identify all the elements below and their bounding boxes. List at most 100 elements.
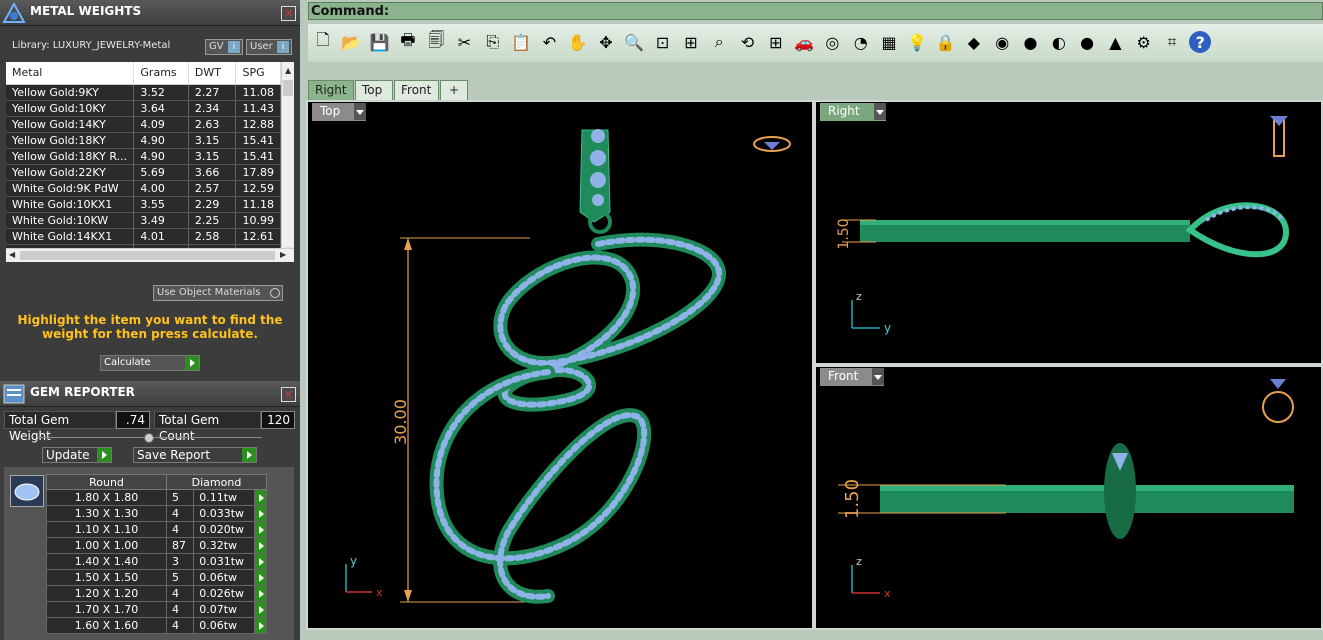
gem-row[interactable]: 1.10 X 1.10 4 0.020tw [46,521,267,538]
right-viewport[interactable]: Right 1.50 z y [814,100,1323,365]
rotate-view-icon[interactable]: ⟲ [737,31,759,53]
undo-icon[interactable]: ↶ [538,31,560,53]
gem-row[interactable]: 1.40 X 1.40 3 0.031tw [46,553,267,570]
gem-row-go-button[interactable] [254,553,267,570]
command-bar[interactable]: Command: [308,2,1323,20]
gem-cell: 0.32tw [193,537,255,554]
scroll-up-icon[interactable]: ▲ [285,66,291,75]
metal-cell: Yellow Gold:10KY [6,100,135,117]
move-icon[interactable]: ✥ [595,31,617,53]
total-gem-weight-field[interactable]: .74 [116,411,150,429]
car-icon[interactable]: 🚗 [793,31,815,53]
metal-row[interactable]: Yellow Gold:9KY 3.52 2.27 11.08 [6,84,281,101]
spotlight-icon[interactable]: ▲ [1104,31,1126,53]
metal-row[interactable]: White Gold:10KX1 3.55 2.29 11.18 [6,196,281,213]
gem-row-go-button[interactable] [254,521,267,538]
metal-table-vscroll[interactable]: ▲ ▼ [281,62,294,262]
snap-icon[interactable]: ▦ [878,31,900,53]
properties-icon[interactable]: 🗐 [425,30,447,53]
metal-weights-table[interactable]: Metal Grams DWT SPG Yellow Gold:9KY 3.52 2… [6,62,294,262]
pan-hand-icon[interactable]: ✋ [567,31,589,53]
update-button[interactable]: Update [42,447,112,463]
layers-icon[interactable]: ◆ [963,31,985,53]
use-object-materials-toggle[interactable]: Use Object Materials [153,285,283,301]
scroll-left-icon[interactable]: ◀ [9,250,15,259]
color-wheel-icon[interactable]: ◉ [991,31,1013,53]
tab-front[interactable]: Front [394,80,439,100]
metal-table-hscroll[interactable]: ◀ ▶ [6,248,294,262]
col-metal[interactable]: Metal [6,62,135,85]
light-icon[interactable]: 💡 [906,31,928,53]
divider-handle-icon[interactable] [144,433,154,443]
new-icon[interactable]: 🗋 [312,30,334,53]
zoom-extents-icon[interactable]: ⊞ [680,31,702,53]
metal-row[interactable]: White Gold:14KX1 4.01 2.58 12.61 [6,228,281,245]
copy-icon[interactable]: ⎘ [482,31,504,53]
gem-row-go-button[interactable] [254,505,267,522]
tab-right[interactable]: Right [308,80,354,100]
gem-row-go-button[interactable] [254,489,267,506]
col-dwt[interactable]: DWT [188,62,237,85]
cut-icon[interactable]: ✂ [454,31,476,53]
col-round[interactable]: Round [46,474,167,490]
settings-gear-icon[interactable]: ⚙ [1133,31,1155,53]
gem-row[interactable]: 1.60 X 1.60 4 0.06tw [46,617,267,634]
lock-icon[interactable]: 🔒 [935,31,957,53]
gem-row[interactable]: 1.20 X 1.20 4 0.026tw [46,585,267,602]
tab-top[interactable]: Top [355,80,393,100]
col-spg[interactable]: SPG [235,62,281,85]
total-gem-count-label: Total Gem Count [154,411,261,443]
gem-row[interactable]: 1.00 X 1.00 87 0.32tw [46,537,267,554]
total-gem-count-field[interactable]: 120 [261,411,295,429]
analyze-icon[interactable]: ◔ [850,31,872,53]
gem-reporter-title: GEM REPORTER [30,385,135,399]
gem-cell: 0.033tw [193,505,255,522]
metal-row[interactable]: Yellow Gold:22KY 5.69 3.66 17.89 [6,164,281,181]
gem-row-go-button[interactable] [254,617,267,634]
zoom-window-icon[interactable]: ⊡ [652,31,674,53]
hscroll-thumb[interactable] [20,251,275,260]
calculate-button[interactable]: Calculate [100,355,200,371]
vscroll-thumb[interactable] [283,80,293,96]
zoom-selected-icon[interactable]: ⌕ [708,31,730,53]
render-icon[interactable]: ◐ [1048,31,1070,53]
metal-weights-close-button[interactable]: × [281,6,296,21]
material-icon[interactable]: ● [1076,31,1098,53]
gem-row[interactable]: 1.50 X 1.50 5 0.06tw [46,569,267,586]
gem-row-go-button[interactable] [254,585,267,602]
metal-row[interactable]: Yellow Gold:18KY 4.90 3.15 15.41 [6,132,281,149]
metal-row[interactable]: White Gold:10KW 3.49 2.25 10.99 [6,212,281,229]
open-icon[interactable]: 📂 [340,31,362,53]
zoom-icon[interactable]: 🔍 [623,31,645,53]
save-report-button[interactable]: Save Report [133,447,257,463]
gem-row[interactable]: 1.80 X 1.80 5 0.11tw [46,489,267,506]
col-grams[interactable]: Grams [133,62,189,85]
metal-row[interactable]: Yellow Gold:14KY 4.09 2.63 12.88 [6,116,281,133]
help-icon[interactable]: ? [1189,31,1212,53]
gv-toggle[interactable]: GV i [205,39,243,55]
user-toggle[interactable]: User i [246,39,292,55]
metal-row[interactable]: White Gold:9K PdW 4.00 2.57 12.59 [6,180,281,197]
gem-row-go-button[interactable] [254,569,267,586]
metal-row[interactable]: Yellow Gold:18KY R... 4.90 3.15 15.41 [6,148,281,165]
user-label: User [250,41,273,52]
top-viewport[interactable]: Top 30.00 y x [306,100,814,630]
gem-row-go-button[interactable] [254,601,267,618]
hide-icon[interactable]: ◎ [821,31,843,53]
metal-cell: 2.57 [188,180,237,197]
grid-snap-icon[interactable]: ⌗ [1161,31,1183,53]
col-diamond[interactable]: Diamond [166,474,267,490]
save-icon[interactable]: 💾 [369,31,391,53]
shade-icon[interactable]: ● [1020,31,1042,53]
front-viewport[interactable]: Front 1.50 z x [814,365,1323,630]
print-icon[interactable]: 🖶 [397,30,419,53]
four-viewports-icon[interactable]: ⊞ [765,31,787,53]
add-tab-button[interactable]: + [440,80,468,100]
metal-row[interactable]: Yellow Gold:10KY 3.64 2.34 11.43 [6,100,281,117]
scroll-right-icon[interactable]: ▶ [280,250,286,259]
gem-reporter-close-button[interactable]: × [281,387,296,402]
gem-row[interactable]: 1.30 X 1.30 4 0.033tw [46,505,267,522]
gem-row-go-button[interactable] [254,537,267,554]
paste-icon[interactable]: 📋 [510,31,532,53]
gem-row[interactable]: 1.70 X 1.70 4 0.07tw [46,601,267,618]
